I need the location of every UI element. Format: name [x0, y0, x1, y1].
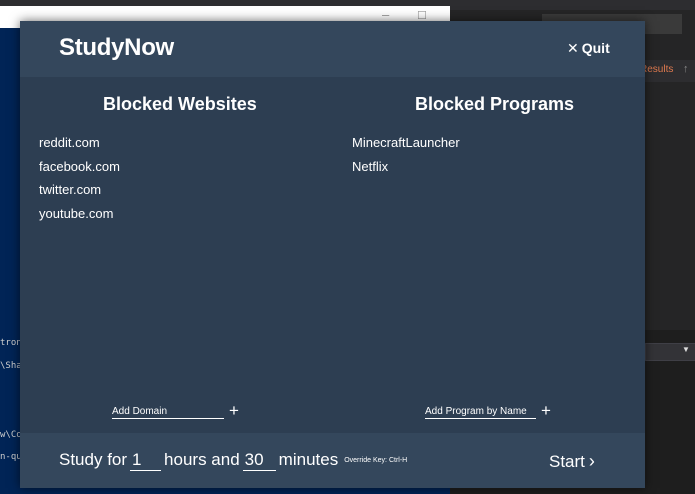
results-tab[interactable]: Results [640, 64, 673, 75]
override-key-hint: Override Key: Ctrl-H [344, 457, 408, 465]
close-icon: ✕ [567, 40, 579, 56]
app-title: StudyNow [59, 34, 174, 61]
hours-input[interactable]: 1 [130, 450, 162, 471]
blocked-websites-heading: Blocked Websites [103, 94, 257, 114]
plus-icon[interactable]: + [229, 401, 239, 421]
header-bar: StudyNow ✕ Quit [20, 21, 645, 77]
arrow-up-icon[interactable]: ↑ [683, 63, 689, 75]
website-list-item[interactable]: youtube.com [39, 206, 120, 231]
footer-bar: Study for 1 hours and 30 minutes Override Key… [20, 433, 645, 488]
website-list-item[interactable]: reddit.com [39, 136, 120, 160]
website-list-item[interactable]: twitter.com [39, 183, 120, 207]
blocked-programs-list: MinecraftLauncher Netflix [352, 136, 460, 183]
program-list-item[interactable]: Netflix [352, 159, 460, 184]
terminal-line: n-qu [0, 452, 22, 462]
terminal-line: \Sha [0, 361, 22, 371]
quit-label: Quit [581, 40, 610, 56]
desktop: – ☐ ✕ Results ↑ ▼ tron \Sha w\Co n-qu St… [0, 0, 695, 494]
plus-icon[interactable]: + [541, 401, 551, 421]
minimize-icon[interactable]: – [382, 7, 389, 22]
blocked-websites-list: reddit.com facebook.com twitter.com yout… [39, 136, 120, 230]
hours-label: hours and [164, 450, 240, 469]
terminal-line: w\Co [0, 430, 22, 440]
add-program-row: Add Program by Name + [425, 401, 551, 422]
blocked-programs-heading: Blocked Programs [415, 94, 575, 114]
add-domain-row: Add Domain + [112, 401, 239, 422]
start-button[interactable]: Start › [549, 451, 595, 472]
start-label: Start [549, 452, 585, 471]
caret-down-icon[interactable]: ▼ [682, 345, 690, 354]
quit-button[interactable]: ✕ Quit [567, 40, 610, 57]
add-domain-input[interactable]: Add Domain [112, 406, 224, 420]
study-prefix: Study for [59, 450, 128, 469]
add-program-input[interactable]: Add Program by Name [425, 406, 536, 420]
studynow-window: StudyNow ✕ Quit Blocked Websites reddit.c… [20, 21, 645, 488]
chevron-right-icon: › [588, 451, 595, 471]
website-list-item[interactable]: facebook.com [39, 159, 120, 184]
minutes-input[interactable]: 30 [242, 450, 276, 471]
terminal-line: tron [0, 338, 22, 348]
program-list-item[interactable]: MinecraftLauncher [352, 136, 460, 160]
minutes-label: minutes [278, 450, 339, 469]
study-duration: Study for 1 hours and 30 minutes Override Key… [59, 450, 407, 471]
